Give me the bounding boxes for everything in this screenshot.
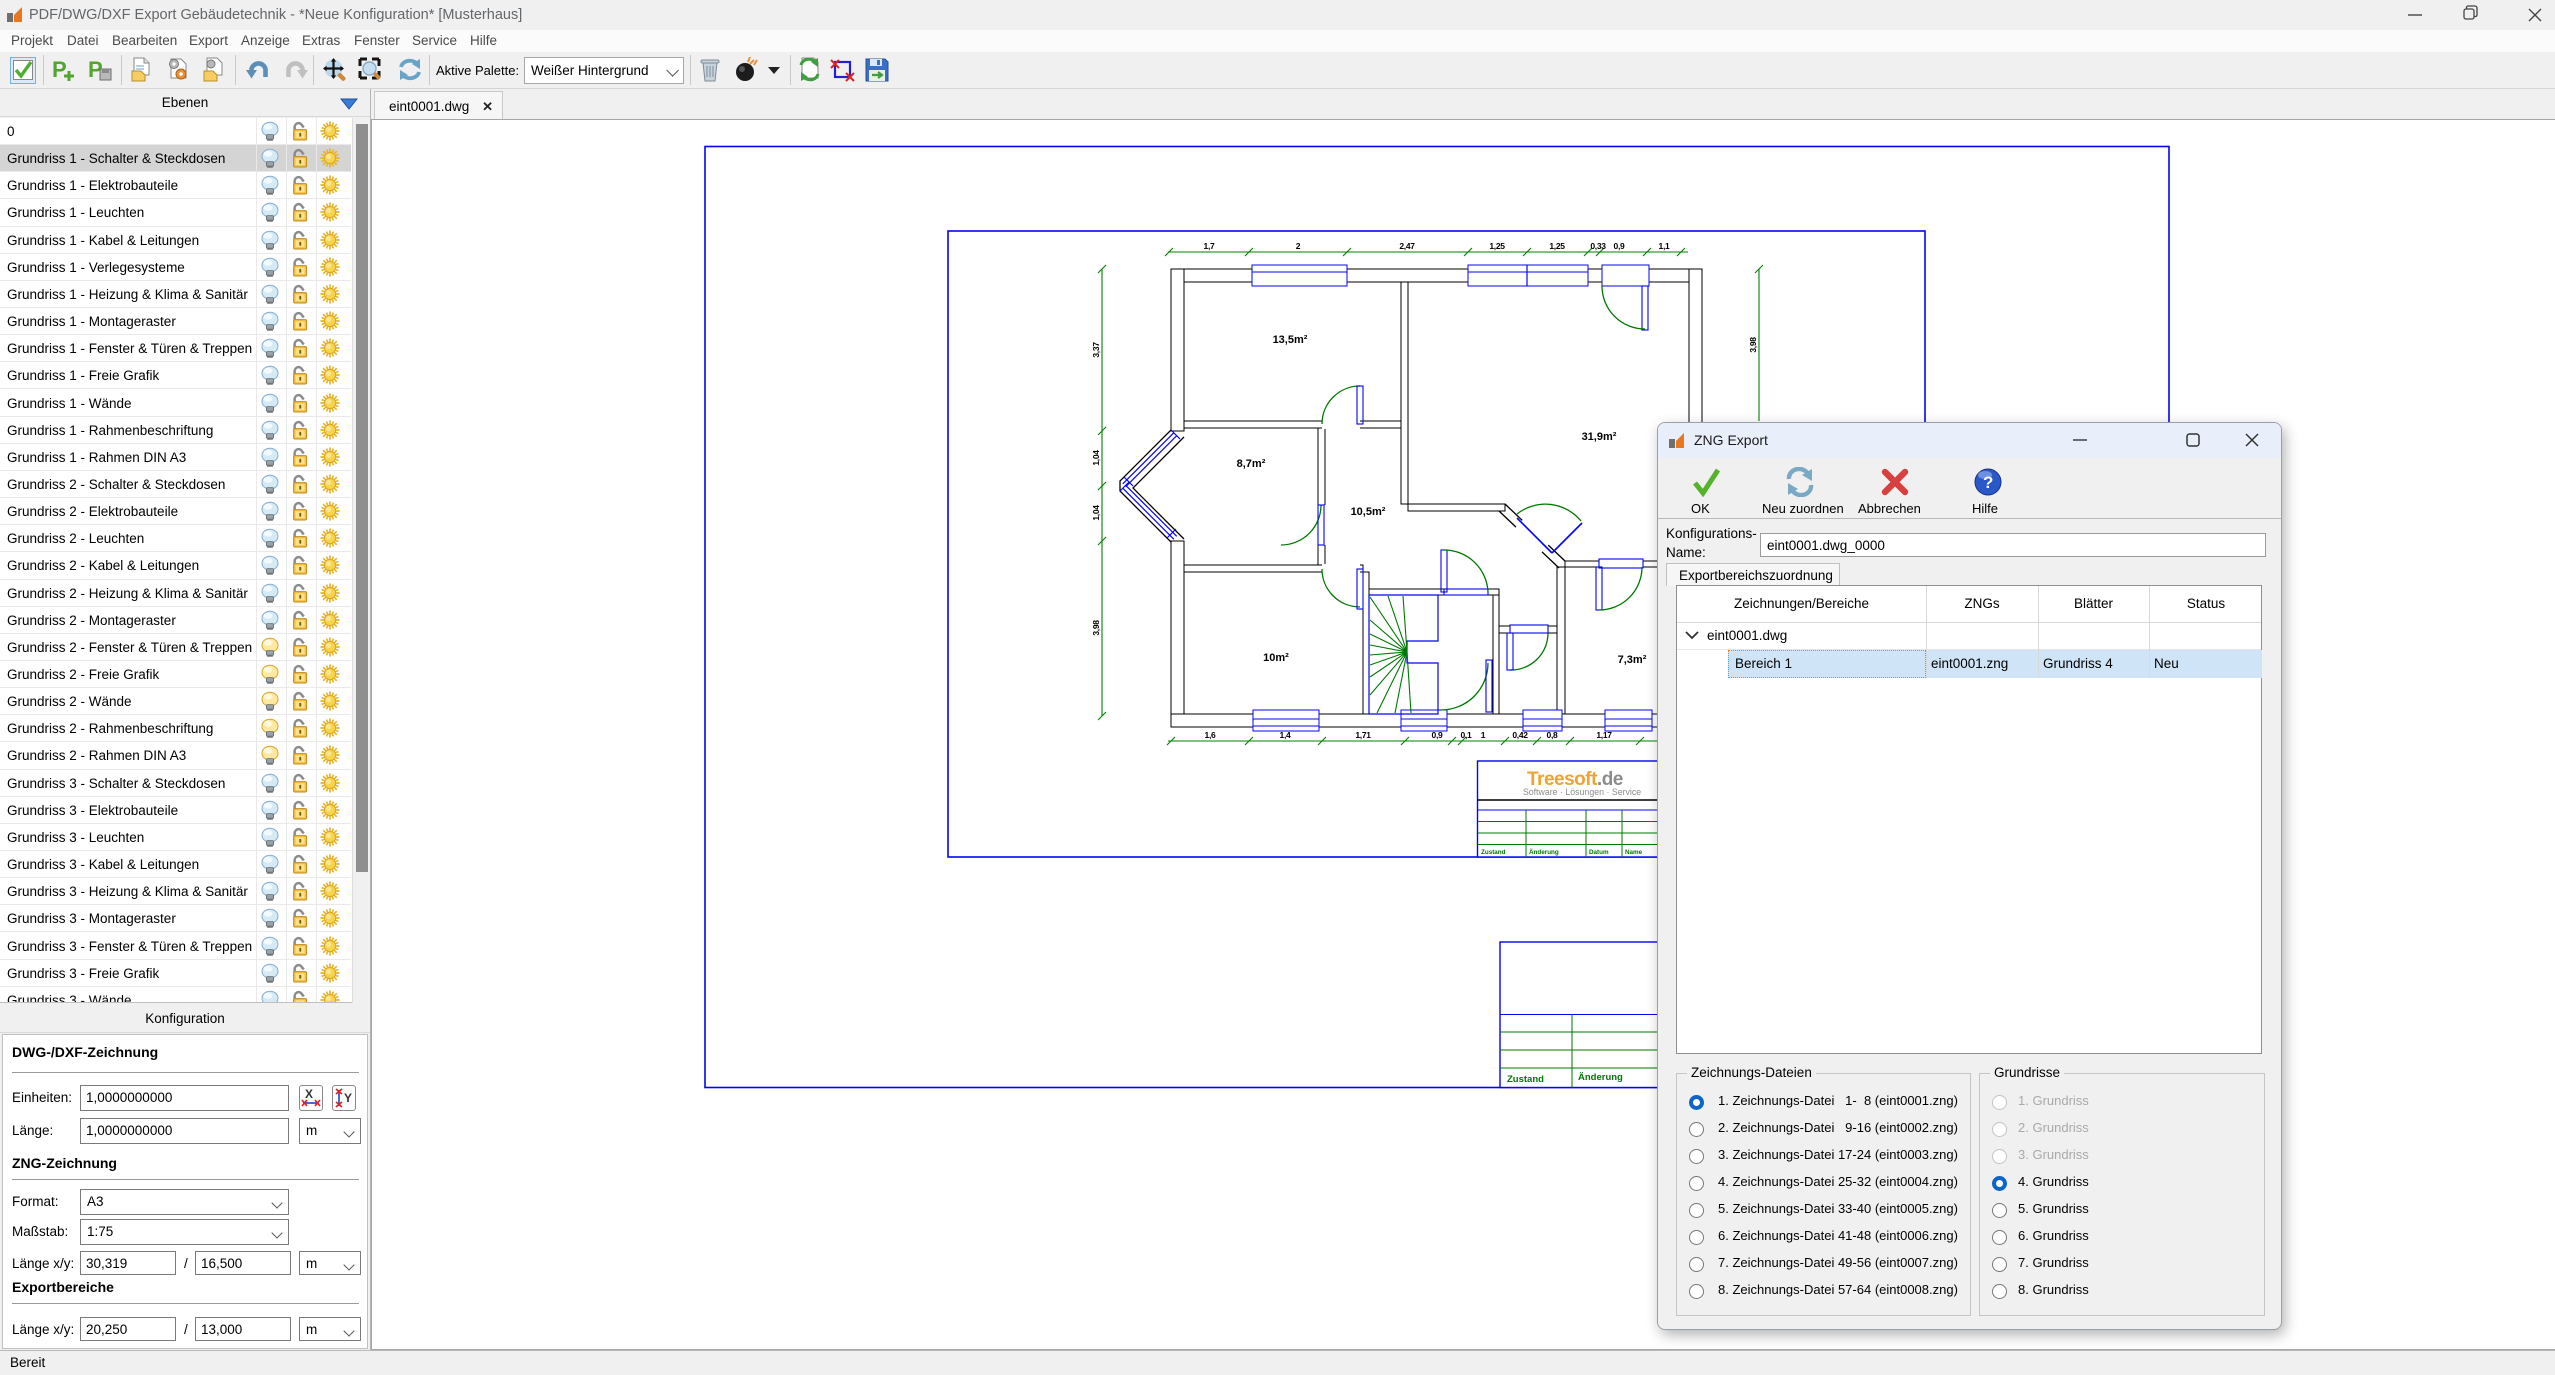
svg-text:X: X <box>305 1087 313 1101</box>
svg-text:?: ? <box>1983 473 1993 492</box>
svg-text:P: P <box>52 57 67 82</box>
svg-text:Y: Y <box>344 1091 352 1105</box>
